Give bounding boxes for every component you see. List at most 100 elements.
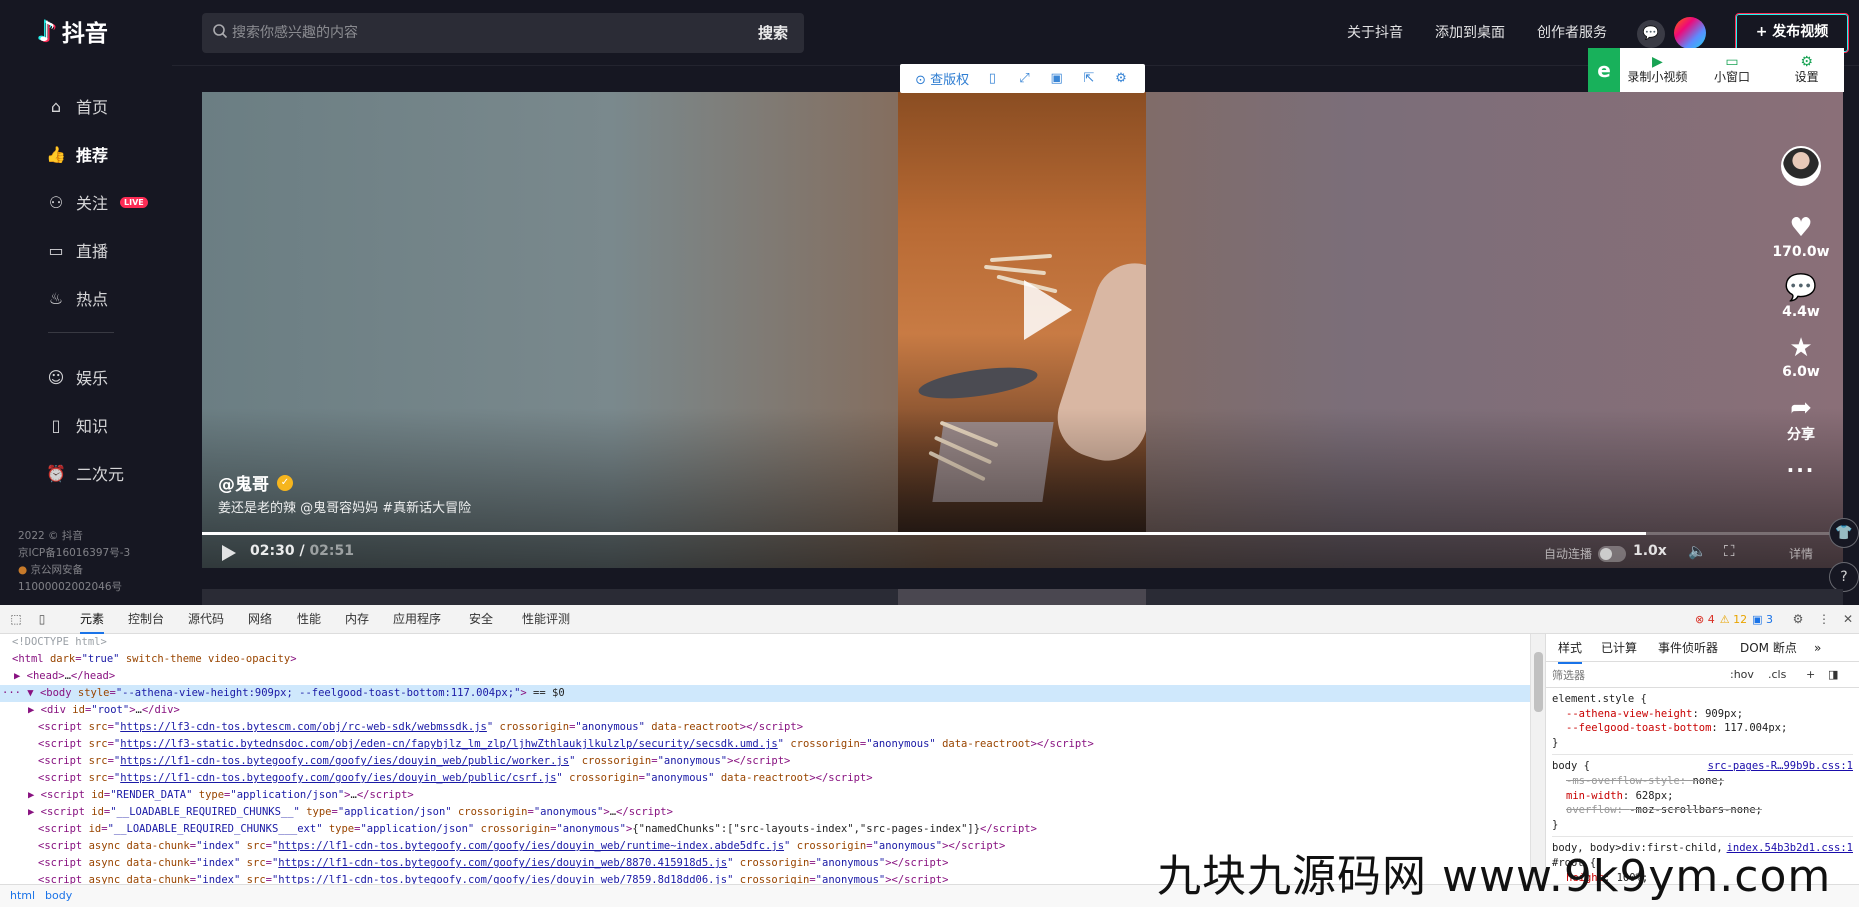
- expand-icon[interactable]: ⤢: [1008, 71, 1040, 86]
- inspect-icon[interactable]: ⬚: [8, 611, 24, 627]
- heart-action[interactable]: ♥ 170.0w: [1763, 214, 1839, 260]
- detail-button[interactable]: 详情: [1789, 545, 1813, 562]
- close-icon[interactable]: ✕: [1840, 611, 1856, 627]
- dom-node-line[interactable]: <script src="https://lf3-static.bytednsd…: [0, 736, 1530, 753]
- devtools-settings-icon[interactable]: ⚙: [1790, 611, 1806, 627]
- dom-node-line[interactable]: ··· ▼ <body style="--athena-view-height:…: [0, 685, 1530, 702]
- video-progress-bar[interactable]: [202, 532, 1843, 535]
- styles-tabbar: 样式 已计算 事件侦听器 DOM 断点 »: [1546, 634, 1859, 664]
- kebab-menu-icon[interactable]: ⋮: [1816, 611, 1832, 627]
- footer-police-number[interactable]: 11000002002046号: [18, 579, 130, 596]
- douyin-page: ♪ 抖音 ⌂ 首页 👍 推荐 ⚇ 关注 LIVE ▭ 直播 ♨ 热点 ☺ 娱乐 ▯ 知识 ⏰ 二次元 2022 …: [0, 0, 1859, 605]
- play-icon[interactable]: [222, 545, 236, 561]
- dom-node-line[interactable]: <!DOCTYPE html>: [0, 634, 1530, 651]
- devtools-tab-2[interactable]: 源代码: [188, 605, 224, 634]
- volume-icon[interactable]: 🔈: [1688, 542, 1707, 560]
- dom-node-line[interactable]: <script src="https://lf3-cdn-tos.bytescm…: [0, 719, 1530, 736]
- hov-toggle[interactable]: :hov: [1730, 668, 1754, 681]
- header-link-add-desktop[interactable]: 添加到桌面: [1435, 22, 1505, 42]
- rule-selector: body {: [1552, 760, 1590, 773]
- autoplay-toggle[interactable]: 自动连播: [1544, 545, 1627, 562]
- record-video-button[interactable]: ▶ 录制小视频: [1620, 55, 1695, 85]
- issue-counts[interactable]: ⊗ 4 ⚠ 12 ▣ 3: [1695, 613, 1773, 626]
- fullscreen-icon[interactable]: ⛶: [1724, 542, 1735, 560]
- sidebar-item-6[interactable]: ▯ 知识: [46, 401, 148, 449]
- css-rule[interactable]: src-pages-R…99b9b.css:1 body {-ms-overflo…: [1552, 759, 1853, 838]
- sidebar-item-4[interactable]: ♨ 热点: [46, 274, 148, 322]
- more-tabs-icon[interactable]: »: [1814, 634, 1821, 662]
- dom-node-line[interactable]: <script src="https://lf1-cdn-tos.bytegoo…: [0, 753, 1530, 770]
- devtools-tab-4[interactable]: 性能: [297, 605, 321, 634]
- tab-styles[interactable]: 样式: [1558, 634, 1583, 664]
- settings-icon[interactable]: ⚙: [1105, 71, 1137, 86]
- tab-event-listeners[interactable]: 事件侦听器: [1658, 634, 1718, 662]
- footer-icp[interactable]: 京ICP备16016397号-3: [18, 545, 130, 562]
- dom-node-line[interactable]: ▶ <script id="__LOADABLE_REQUIRED_CHUNKS…: [0, 804, 1530, 821]
- devtools-tab-3[interactable]: 网络: [248, 605, 272, 634]
- message-icon[interactable]: 💬: [1637, 20, 1665, 48]
- devtools-tab-6[interactable]: 应用程序: [393, 605, 441, 634]
- dom-node-line[interactable]: <html dark="true" switch-theme video-opa…: [0, 651, 1530, 668]
- comment-action[interactable]: 💬 4.4w: [1763, 274, 1839, 320]
- tab-computed[interactable]: 已计算: [1601, 634, 1637, 662]
- publish-video-button[interactable]: + 发布视频: [1735, 13, 1849, 53]
- video-author[interactable]: @鬼哥 ✓: [218, 470, 293, 495]
- css-declaration[interactable]: -ms-overflow-style: none;: [1552, 774, 1853, 789]
- share-action[interactable]: ➦ 分享: [1763, 394, 1839, 444]
- search-button[interactable]: 搜索: [758, 13, 788, 53]
- open-external-icon[interactable]: ⇱: [1073, 71, 1105, 86]
- header-link-about[interactable]: 关于抖音: [1347, 22, 1403, 42]
- sidebar-item-2[interactable]: ⚇ 关注 LIVE: [46, 178, 148, 226]
- css-declaration[interactable]: overflow: -moz-scrollbars-none;: [1552, 803, 1853, 818]
- devtools-tab-0[interactable]: 元素: [80, 605, 105, 634]
- more-icon[interactable]: ···: [1763, 458, 1839, 482]
- play-overlay-icon[interactable]: [1024, 280, 1072, 340]
- new-rule-icon[interactable]: +: [1806, 668, 1815, 681]
- devtools-tab-7[interactable]: 安全: [469, 605, 493, 634]
- mini-window-button[interactable]: ▭ 小窗口: [1695, 55, 1770, 85]
- devtools-tab-1[interactable]: 控制台: [128, 605, 164, 634]
- search-input[interactable]: [232, 13, 712, 53]
- styles-filter-input[interactable]: [1552, 666, 1712, 684]
- toggle-sidebar-icon[interactable]: ◨: [1828, 668, 1838, 681]
- dom-node-line[interactable]: <script src="https://lf1-cdn-tos.bytegoo…: [0, 770, 1530, 787]
- copyright-check-button[interactable]: ⊙ 查版权: [908, 69, 976, 88]
- save-icon[interactable]: ▣: [1041, 71, 1073, 86]
- playback-speed[interactable]: 1.0x: [1633, 543, 1667, 559]
- breadcrumb-html[interactable]: html: [10, 889, 35, 902]
- copy-icon[interactable]: ▯: [976, 71, 1008, 86]
- video-player[interactable]: @鬼哥 ✓ 姜还是老的辣 @鬼哥容妈妈 #真新话大冒险 02:30 / 02:5…: [202, 92, 1843, 568]
- person-add-icon: ⚇: [48, 192, 64, 212]
- sidebar-item-5[interactable]: ☺ 娱乐: [46, 353, 148, 401]
- sidebar-item-0[interactable]: ⌂ 首页: [46, 82, 148, 130]
- devtools-tab-5[interactable]: 内存: [345, 605, 369, 634]
- footer-police[interactable]: ● 京公网安备: [18, 562, 130, 579]
- tab-dom-breakpoints[interactable]: DOM 断点: [1740, 634, 1797, 662]
- author-avatar[interactable]: [1781, 146, 1821, 186]
- css-declaration[interactable]: --feelgood-toast-bottom: 117.004px;: [1552, 721, 1853, 736]
- dom-node-line[interactable]: ▶ <div id="root">…</div>: [0, 702, 1530, 719]
- device-toggle-icon[interactable]: ▯: [34, 611, 50, 627]
- dom-node-line[interactable]: <script id="__LOADABLE_REQUIRED_CHUNKS__…: [0, 821, 1530, 838]
- cls-toggle[interactable]: .cls: [1768, 668, 1786, 681]
- extension-settings-button[interactable]: ⚙ 设置: [1769, 55, 1844, 85]
- extension-logo-icon[interactable]: e: [1588, 48, 1620, 92]
- sidebar-item-1[interactable]: 👍 推荐: [46, 130, 148, 178]
- dom-node-line[interactable]: ▶ <head>…</head>: [0, 668, 1530, 685]
- css-declaration[interactable]: min-width: 628px;: [1552, 789, 1853, 804]
- css-declaration[interactable]: --athena-view-height: 909px;: [1552, 707, 1853, 722]
- header-link-creator[interactable]: 创作者服务: [1537, 22, 1607, 42]
- sidebar-item-7[interactable]: ⏰ 二次元: [46, 449, 148, 497]
- breadcrumb-body[interactable]: body: [45, 889, 72, 902]
- douyin-logo[interactable]: ♪ 抖音: [38, 14, 108, 48]
- devtools-tab-8[interactable]: 性能评测: [522, 605, 570, 634]
- css-rule[interactable]: element.style {--athena-view-height: 909…: [1552, 692, 1853, 756]
- user-avatar[interactable]: [1674, 17, 1706, 49]
- dom-node-line[interactable]: ▶ <script id="RENDER_DATA" type="applica…: [0, 787, 1530, 804]
- toggle-switch[interactable]: [1598, 545, 1627, 562]
- shirt-icon[interactable]: 👕: [1829, 518, 1859, 548]
- help-icon[interactable]: ?: [1829, 562, 1859, 592]
- star-action[interactable]: ★ 6.0w: [1763, 334, 1839, 380]
- rule-source-link[interactable]: src-pages-R…99b9b.css:1: [1708, 759, 1853, 774]
- sidebar-item-3[interactable]: ▭ 直播: [46, 226, 148, 274]
